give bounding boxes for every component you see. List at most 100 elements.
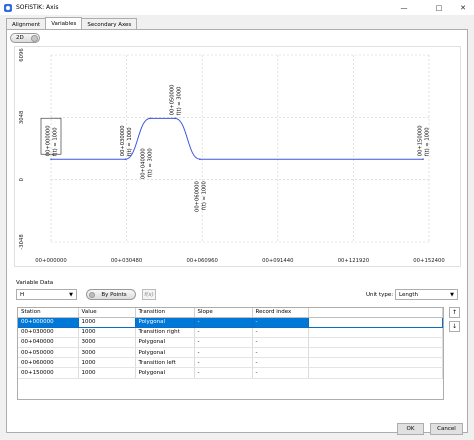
cell-value[interactable]: 3000 — [78, 347, 136, 359]
cell-station[interactable]: 00+050000 — [18, 347, 79, 359]
variable-table[interactable]: Station Value Transition Slope Record in… — [17, 307, 444, 400]
annotation-station: 00+050000 — [170, 85, 176, 116]
table-row[interactable]: 00+060000 1000 Transition left - - — [18, 357, 443, 369]
cell-station[interactable]: 00+150000 — [18, 367, 79, 379]
unit-type-select[interactable]: Length ▼ — [395, 289, 458, 300]
move-up-button[interactable]: ↑ — [449, 307, 460, 318]
chart-area: 00+000000 00+030480 00+060960 00+091440 00+1… — [14, 46, 461, 267]
column-header-station[interactable]: Station — [18, 308, 79, 318]
tab-label: Secondary Axes — [87, 21, 132, 28]
chevron-down-icon: ▼ — [69, 292, 73, 298]
cell-slope[interactable]: - — [194, 327, 253, 338]
column-header-transition[interactable]: Transition — [135, 308, 195, 318]
annotation-label: 00+040000 f(t) = 3000 — [141, 148, 154, 179]
column-header-value[interactable]: Value — [78, 308, 136, 318]
ok-label: OK — [406, 426, 415, 432]
minimize-icon[interactable]: — — [393, 0, 415, 15]
table-row[interactable]: 00+050000 3000 Polygonal - - — [18, 347, 443, 359]
table-row[interactable]: 00+030000 1000 Transition right - - — [18, 327, 443, 338]
cell-station[interactable]: 00+000000 — [18, 317, 79, 328]
annotation-station: 00+150000 — [418, 125, 424, 156]
view-mode-toggle[interactable]: 2D — [10, 33, 40, 43]
cell-slope[interactable]: - — [194, 337, 253, 349]
table-row[interactable]: 00+040000 3000 Polygonal - - — [18, 337, 443, 349]
cell-record-index[interactable]: - — [252, 317, 309, 328]
cell-station[interactable]: 00+040000 — [18, 337, 79, 349]
title-bar: SOFiSTiK: Axis — □ ✕ — [0, 0, 474, 15]
cell-slope[interactable]: - — [194, 347, 253, 359]
cell-record-index[interactable]: - — [252, 347, 309, 359]
y-tick-label: 3048 — [19, 110, 25, 124]
y-tick-label: 0 — [19, 177, 25, 181]
cell-value[interactable]: 3000 — [78, 337, 136, 349]
cell-transition[interactable]: Polygonal — [135, 367, 195, 379]
maximize-icon[interactable]: □ — [428, 0, 450, 15]
annotation-value: f(t) = 1000 — [425, 127, 431, 156]
data-point — [50, 158, 52, 161]
cell-transition[interactable]: Polygonal — [135, 337, 195, 349]
column-header-filler — [308, 308, 443, 318]
chart-svg: 00+000000 00+030480 00+060960 00+091440 00+1… — [19, 48, 445, 264]
cell-value[interactable]: 1000 — [78, 317, 136, 328]
function-button[interactable]: f(x) — [142, 289, 156, 300]
tab-label: Variables — [51, 21, 77, 27]
y-tick-label: 6096 — [19, 48, 25, 62]
cell-station[interactable]: 00+060000 — [18, 357, 79, 369]
close-icon[interactable]: ✕ — [452, 0, 474, 15]
cell-value[interactable]: 1000 — [78, 357, 136, 369]
annotation-station: 00+030000 — [120, 125, 126, 156]
cancel-button[interactable]: Cancel — [430, 423, 463, 435]
cell-filler — [308, 337, 443, 349]
x-tick-label: 00+121920 — [338, 258, 370, 264]
annotation-value: f(t) = 3000 — [148, 148, 154, 177]
column-header-slope[interactable]: Slope — [194, 308, 253, 318]
x-tick-label: 00+060960 — [186, 258, 218, 264]
cell-value[interactable]: 1000 — [78, 367, 136, 379]
annotation-station: 00+000000 — [46, 125, 52, 156]
cell-filler — [308, 347, 443, 359]
arrow-up-icon: ↑ — [451, 309, 458, 316]
move-down-button[interactable]: ↓ — [449, 321, 460, 332]
annotation-value: f(t) = 3000 — [177, 87, 183, 116]
variable-select-value: H — [20, 291, 25, 298]
cell-record-index[interactable]: - — [252, 337, 309, 349]
x-tick-label: 00+091440 — [262, 258, 294, 264]
data-point — [199, 158, 201, 161]
cancel-label: Cancel — [437, 426, 456, 432]
annotation-value: f(t) = 1000 — [53, 127, 59, 156]
cell-slope[interactable]: - — [194, 367, 253, 379]
table-header: Station Value Transition Slope Record in… — [18, 308, 443, 318]
cell-filler — [308, 367, 443, 379]
cell-record-index[interactable]: - — [252, 327, 309, 338]
app-icon — [4, 3, 12, 12]
by-points-toggle[interactable]: By Points — [86, 289, 136, 300]
unit-type-value: Length — [399, 291, 418, 298]
table-row[interactable]: 00+000000 1000 Polygonal - - — [18, 317, 443, 328]
cell-transition[interactable]: Transition right — [135, 327, 195, 338]
cell-transition[interactable]: Transition left — [135, 357, 195, 369]
view-mode-label: 2D — [16, 35, 24, 41]
y-tick-label: -3048 — [19, 234, 25, 250]
cell-filler — [308, 357, 443, 369]
cell-record-index[interactable]: - — [252, 367, 309, 379]
cell-slope[interactable]: - — [194, 357, 253, 369]
cell-transition[interactable]: Polygonal — [135, 317, 195, 328]
variable-select[interactable]: H ▼ — [16, 289, 77, 300]
ok-button[interactable]: OK — [397, 423, 424, 435]
table-row[interactable]: 00+150000 1000 Polygonal - - — [18, 367, 443, 379]
arrow-down-icon: ↓ — [451, 323, 458, 330]
column-header-record-index[interactable]: Record index — [252, 308, 309, 318]
cell-transition[interactable]: Polygonal — [135, 347, 195, 359]
toggle-knob — [31, 35, 38, 42]
x-tick-label: 00+000000 — [35, 258, 67, 264]
cell-value[interactable]: 1000 — [78, 327, 136, 338]
by-points-label: By Points — [101, 291, 127, 298]
unit-type-label: Unit type: — [366, 292, 394, 298]
variable-data-label: Variable Data — [16, 280, 54, 286]
cell-record-index[interactable]: - — [252, 357, 309, 369]
x-tick-label: 00+030480 — [111, 258, 143, 264]
cell-slope[interactable]: - — [194, 317, 253, 328]
annotation-station: 00+040000 — [141, 148, 147, 179]
data-point — [149, 117, 152, 120]
cell-station[interactable]: 00+030000 — [18, 327, 79, 338]
